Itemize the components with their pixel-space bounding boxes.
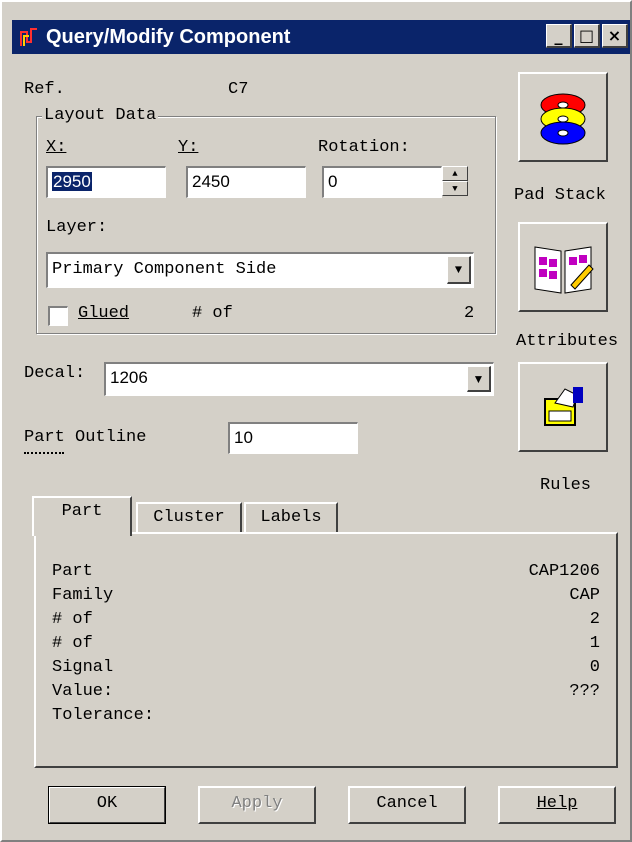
x-input[interactable]: 2950 (46, 166, 166, 198)
decal-select[interactable]: 1206 ▼ (104, 362, 494, 396)
count-value: 2 (464, 304, 475, 323)
minimize-button[interactable]: _ (546, 24, 572, 48)
rules-icon (544, 387, 583, 426)
tab-cluster[interactable]: Cluster (136, 502, 242, 532)
info-label: Signal (52, 658, 114, 677)
ref-value: C7 (228, 80, 249, 99)
info-row-count-2: # of 1 (52, 634, 600, 656)
app-icon (20, 28, 37, 46)
info-row-signal: Signal 0 (52, 658, 600, 680)
glued-checkbox[interactable] (48, 306, 68, 326)
y-input[interactable]: 2450 (186, 166, 306, 198)
tab-part[interactable]: Part (32, 496, 132, 536)
attributes-label: Attributes (516, 332, 619, 351)
spin-down-icon[interactable]: ▼ (442, 181, 468, 196)
rotation-label: Rotation: (318, 138, 410, 157)
decal-label: Decal: (24, 364, 86, 383)
window-title: Query/Modify Component (46, 25, 291, 48)
tab-labels[interactable]: Labels (244, 502, 338, 532)
info-value: 0 (589, 658, 600, 677)
info-label: Family (52, 586, 114, 605)
ok-button[interactable]: OK (48, 786, 166, 824)
info-row-family: Family CAP (52, 586, 600, 608)
y-label: Y: (178, 138, 199, 157)
title-bar[interactable]: Query/Modify Component _ □ × (12, 20, 630, 54)
pad-stack-label: Pad Stack (514, 186, 606, 205)
maximize-button[interactable]: □ (574, 24, 600, 48)
info-label: Value: (52, 682, 114, 701)
part-outline-label: Part Outline (24, 428, 147, 447)
pad-stack-icon (540, 93, 586, 145)
close-button[interactable]: × (602, 24, 628, 48)
layer-label: Layer: (46, 218, 108, 237)
info-label: Part (52, 562, 93, 581)
info-value: ??? (569, 682, 600, 701)
apply-button[interactable]: Apply (198, 786, 316, 824)
x-label: X: (46, 138, 67, 157)
info-label: # of (52, 610, 93, 629)
cancel-button[interactable]: Cancel (348, 786, 466, 824)
info-value: 2 (589, 610, 600, 629)
rotation-spinner[interactable]: ▲ ▼ (442, 166, 468, 198)
pad-stack-button[interactable] (518, 72, 608, 162)
part-outline-input[interactable]: 10 (228, 422, 358, 454)
info-value: 1 (589, 634, 600, 653)
chevron-down-icon[interactable]: ▼ (467, 366, 491, 392)
spin-up-icon[interactable]: ▲ (442, 166, 468, 181)
layer-value: Primary Component Side (52, 260, 277, 279)
info-row-tolerance: Tolerance: (52, 706, 600, 728)
info-row-part: Part CAP1206 (52, 562, 600, 584)
rotation-input[interactable]: 0 (322, 166, 442, 198)
layer-select[interactable]: Primary Component Side ▼ (46, 252, 474, 288)
info-row-value: Value:??? (52, 682, 600, 704)
layout-data-legend: Layout Data (42, 106, 159, 125)
decal-value: 1206 (110, 368, 148, 387)
book-icon (534, 246, 594, 294)
dialog-window: Query/Modify Component _ □ × Ref. C7 Lay… (0, 0, 632, 842)
part-outline-label-clipped (24, 450, 134, 456)
glued-label: Glued (78, 304, 130, 323)
count-label: # of (192, 304, 233, 323)
info-row-count-1: # of 2 (52, 610, 600, 632)
help-button[interactable]: Help (498, 786, 616, 824)
chevron-down-icon[interactable]: ▼ (447, 256, 471, 284)
ref-label: Ref. (24, 80, 65, 99)
info-label: Tolerance: (52, 706, 155, 725)
info-label: # of (52, 634, 93, 653)
rules-button[interactable] (518, 362, 608, 452)
rules-label: Rules (540, 476, 592, 495)
attributes-button[interactable] (518, 222, 608, 312)
info-value: CAP (569, 586, 600, 605)
x-value: 2950 (52, 172, 92, 191)
info-value: CAP1206 (528, 562, 600, 581)
